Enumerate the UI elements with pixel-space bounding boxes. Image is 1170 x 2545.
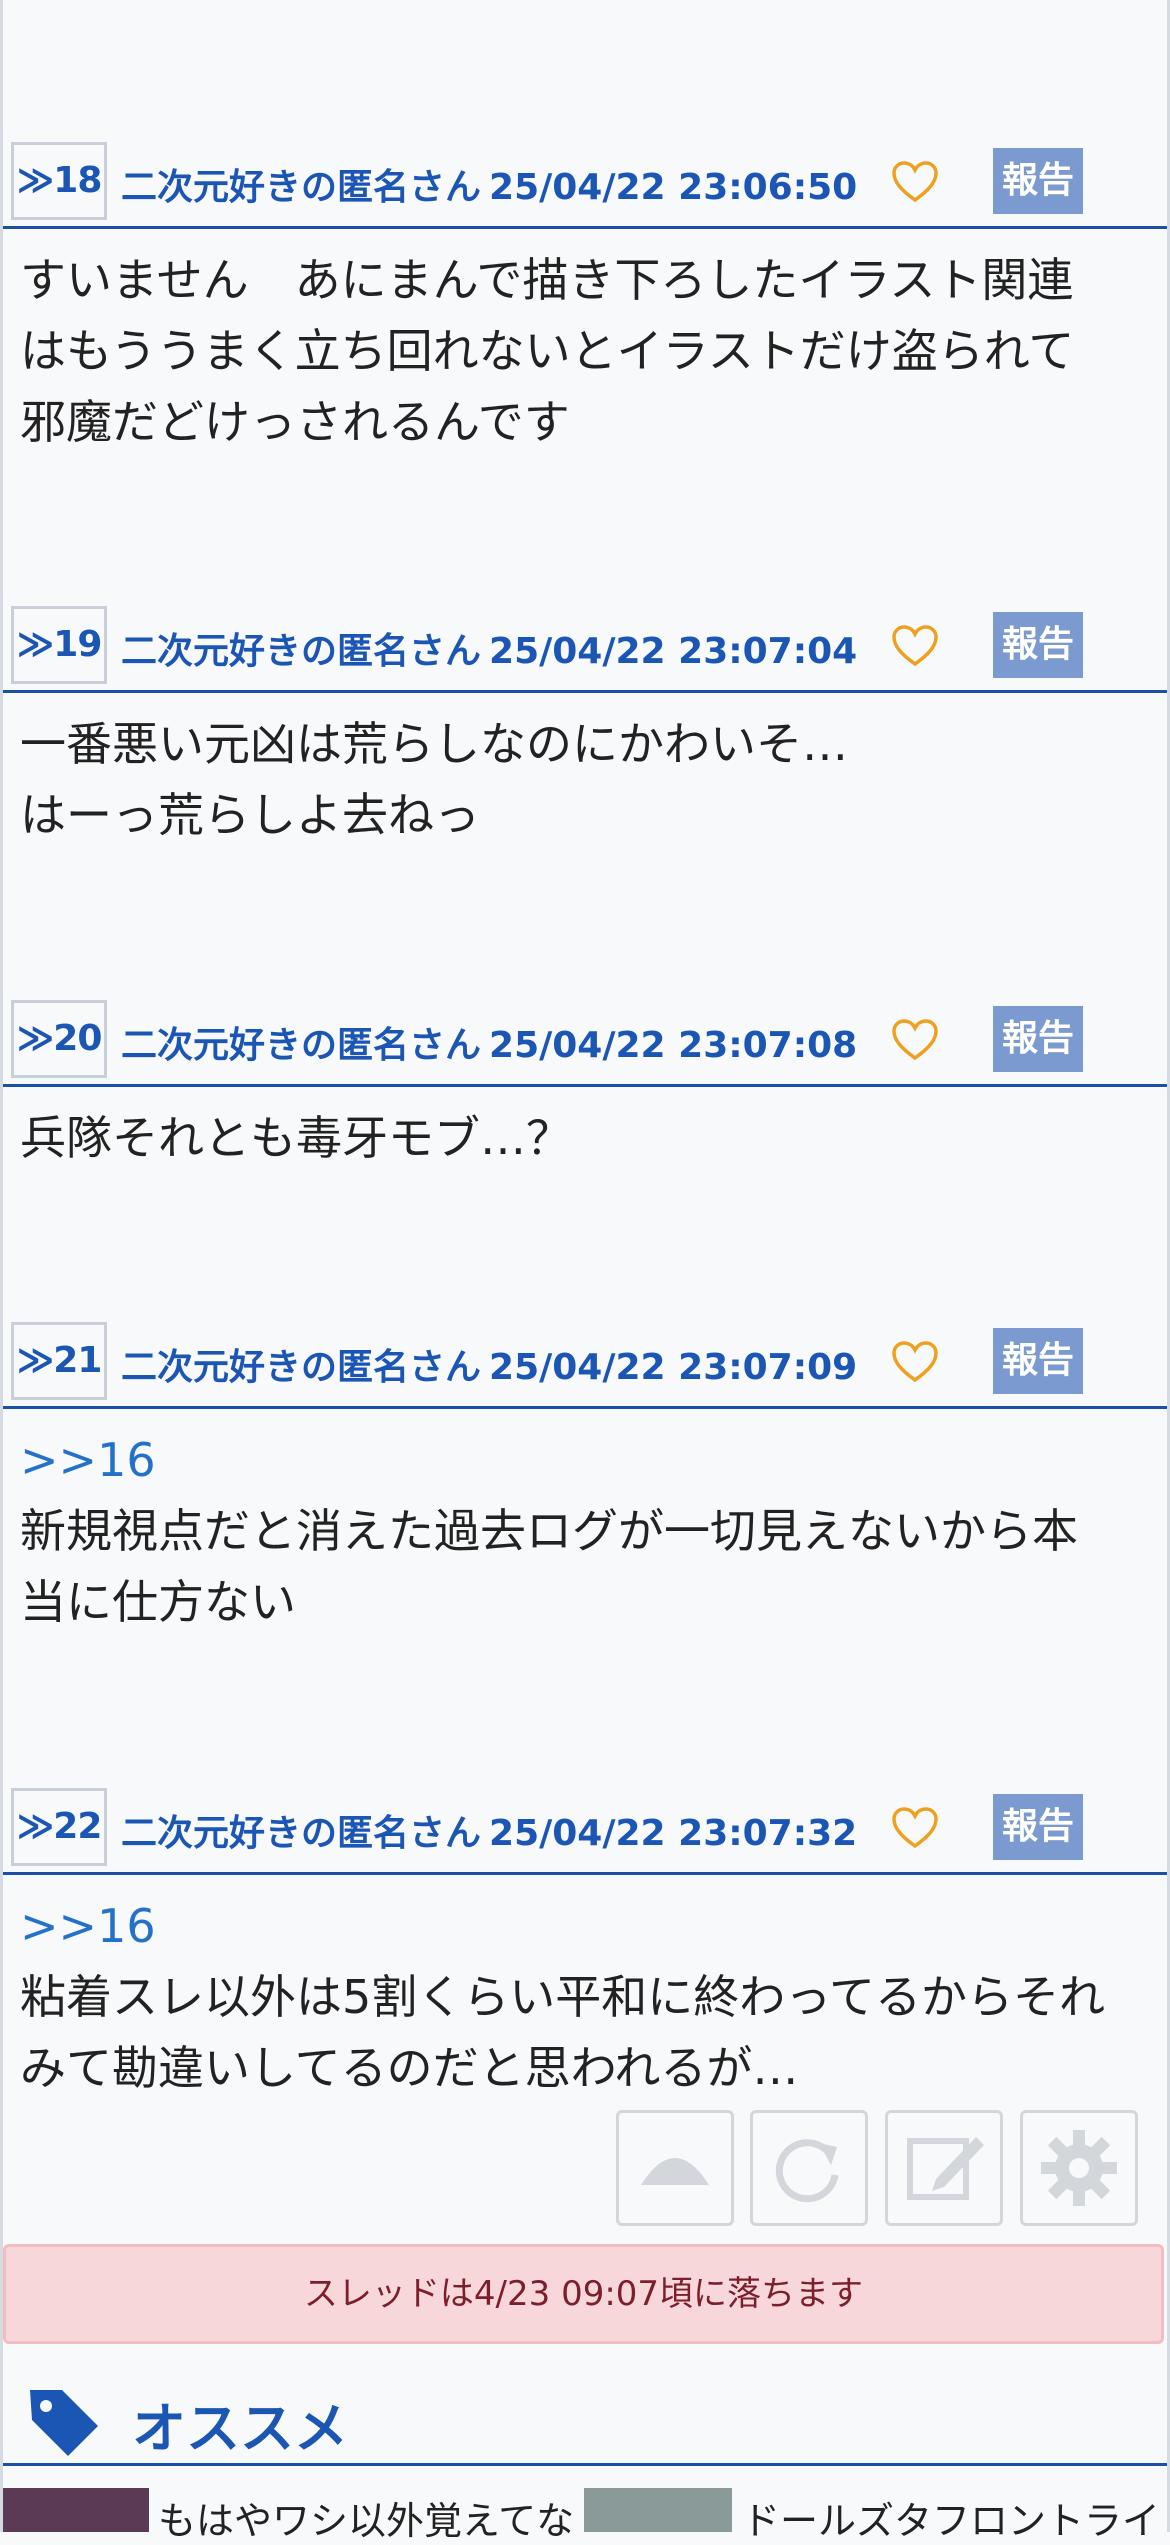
- post-body: 兵隊それとも毒牙モブ…？: [3, 1087, 1167, 1174]
- post-text: すいません あにまんで描き下ろしたイラスト関連 はもううまく立ち回れないとイラス…: [20, 253, 1075, 449]
- heart-icon[interactable]: [891, 624, 939, 668]
- post-datetime: 25/04/22 23:07:32: [489, 1813, 858, 1854]
- post-text: 兵隊それとも毒牙モブ…？: [20, 1111, 572, 1165]
- post-datetime: 25/04/22 23:06:50: [489, 167, 858, 208]
- post-meta: 二次元好きの匿名さん 25/04/22 23:07:04: [121, 622, 857, 674]
- thread-expiry-notice: スレッドは4/23 09:07頃に落ちます: [3, 2244, 1164, 2344]
- post-number-link[interactable]: ≫20: [11, 1000, 107, 1078]
- recommend-divider: [3, 2463, 1167, 2466]
- heart-icon[interactable]: [891, 1806, 939, 1850]
- post-header: ≫20 二次元好きの匿名さん 25/04/22 23:07:08 報告: [3, 998, 1167, 1087]
- post-meta: 二次元好きの匿名さん 25/04/22 23:07:08: [121, 1016, 857, 1068]
- post-text: 新規視点だと消えた過去ログが一切見えないから本 当に仕方ない: [20, 1504, 1078, 1629]
- scroll-top-button[interactable]: [616, 2110, 734, 2226]
- author-name: 二次元好きの匿名さん: [121, 1347, 482, 1388]
- scroll-top-icon: [641, 2158, 709, 2185]
- post-18: ≫18 二次元好きの匿名さん 25/04/22 23:06:50 報告 すいません…: [3, 140, 1167, 458]
- post-number-link[interactable]: ≫21: [11, 1322, 107, 1400]
- post-body: >>16 粘着スレ以外は5割くらい平和に終わってるからそれ みて勘違いしてるのだと…: [3, 1875, 1167, 2104]
- reload-icon: [775, 2139, 839, 2203]
- author-name: 二次元好きの匿名さん: [121, 1813, 482, 1854]
- gear-icon: [1041, 2130, 1117, 2206]
- post-number-link[interactable]: ≫19: [11, 606, 107, 684]
- post-header: ≫22 二次元好きの匿名さん 25/04/22 23:07:32 報告: [3, 1786, 1167, 1875]
- post-meta: 二次元好きの匿名さん 25/04/22 23:07:09: [121, 1338, 857, 1390]
- anchor-link[interactable]: >>16: [20, 1891, 1150, 1962]
- post-body: >>16 新規視点だと消えた過去ログが一切見えないから本 当に仕方ない: [3, 1409, 1167, 1638]
- reload-button[interactable]: [750, 2110, 868, 2226]
- post-22: ≫22 二次元好きの匿名さん 25/04/22 23:07:32 報告 >>16 粘…: [3, 1786, 1167, 2104]
- post-text: 一番悪い元凶は荒らしなのにかわいそ… はーっ荒らしよ去ねっ: [20, 717, 848, 842]
- author-name: 二次元好きの匿名さん: [121, 1025, 482, 1066]
- recommend-item-title[interactable]: ドールズタフロントライ: [742, 2490, 1160, 2545]
- settings-button[interactable]: [1020, 2110, 1138, 2226]
- post-body: 一番悪い元凶は荒らしなのにかわいそ… はーっ荒らしよ去ねっ: [3, 693, 1167, 851]
- post-body: すいません あにまんで描き下ろしたイラスト関連 はもううまく立ち回れないとイラス…: [3, 229, 1167, 458]
- report-button[interactable]: 報告: [993, 1794, 1083, 1860]
- post-19: ≫19 二次元好きの匿名さん 25/04/22 23:07:04 報告 一番悪い元…: [3, 604, 1167, 851]
- report-button[interactable]: 報告: [993, 612, 1083, 678]
- compose-icon: [907, 2137, 984, 2200]
- post-number-link[interactable]: ≫22: [11, 1788, 107, 1866]
- post-header: ≫19 二次元好きの匿名さん 25/04/22 23:07:04 報告: [3, 604, 1167, 693]
- post-20: ≫20 二次元好きの匿名さん 25/04/22 23:07:08 報告 兵隊それと…: [3, 998, 1167, 1174]
- recommend-thumbnail[interactable]: [584, 2488, 732, 2532]
- anchor-link[interactable]: >>16: [20, 1425, 1150, 1496]
- author-name: 二次元好きの匿名さん: [121, 631, 482, 672]
- post-datetime: 25/04/22 23:07:09: [489, 1347, 858, 1388]
- recommend-thumbnail[interactable]: [3, 2488, 149, 2532]
- post-header: ≫21 二次元好きの匿名さん 25/04/22 23:07:09 報告: [3, 1320, 1167, 1409]
- post-text: 粘着スレ以外は5割くらい平和に終わってるからそれ みて勘違いしてるのだと思われる…: [20, 1970, 1105, 2095]
- heart-icon[interactable]: [891, 1340, 939, 1384]
- report-button[interactable]: 報告: [993, 1328, 1083, 1394]
- post-21: ≫21 二次元好きの匿名さん 25/04/22 23:07:09 報告 >>16 新…: [3, 1320, 1167, 1638]
- post-datetime: 25/04/22 23:07:08: [489, 1025, 858, 1066]
- report-button[interactable]: 報告: [993, 148, 1083, 214]
- post-header: ≫18 二次元好きの匿名さん 25/04/22 23:06:50 報告: [3, 140, 1167, 229]
- recommend-title: オススメ: [132, 2397, 348, 2460]
- post-meta: 二次元好きの匿名さん 25/04/22 23:07:32: [121, 1804, 857, 1856]
- tag-icon: [30, 2390, 98, 2456]
- post-datetime: 25/04/22 23:07:04: [489, 631, 858, 672]
- heart-icon[interactable]: [891, 160, 939, 204]
- post-meta: 二次元好きの匿名さん 25/04/22 23:06:50: [121, 158, 857, 210]
- author-name: 二次元好きの匿名さん: [121, 167, 482, 208]
- report-button[interactable]: 報告: [993, 1006, 1083, 1072]
- post-number-link[interactable]: ≫18: [11, 142, 107, 220]
- compose-button[interactable]: [885, 2110, 1003, 2226]
- heart-icon[interactable]: [891, 1018, 939, 1062]
- recommend-item-title[interactable]: もはやワシ以外覚えてな: [158, 2490, 574, 2545]
